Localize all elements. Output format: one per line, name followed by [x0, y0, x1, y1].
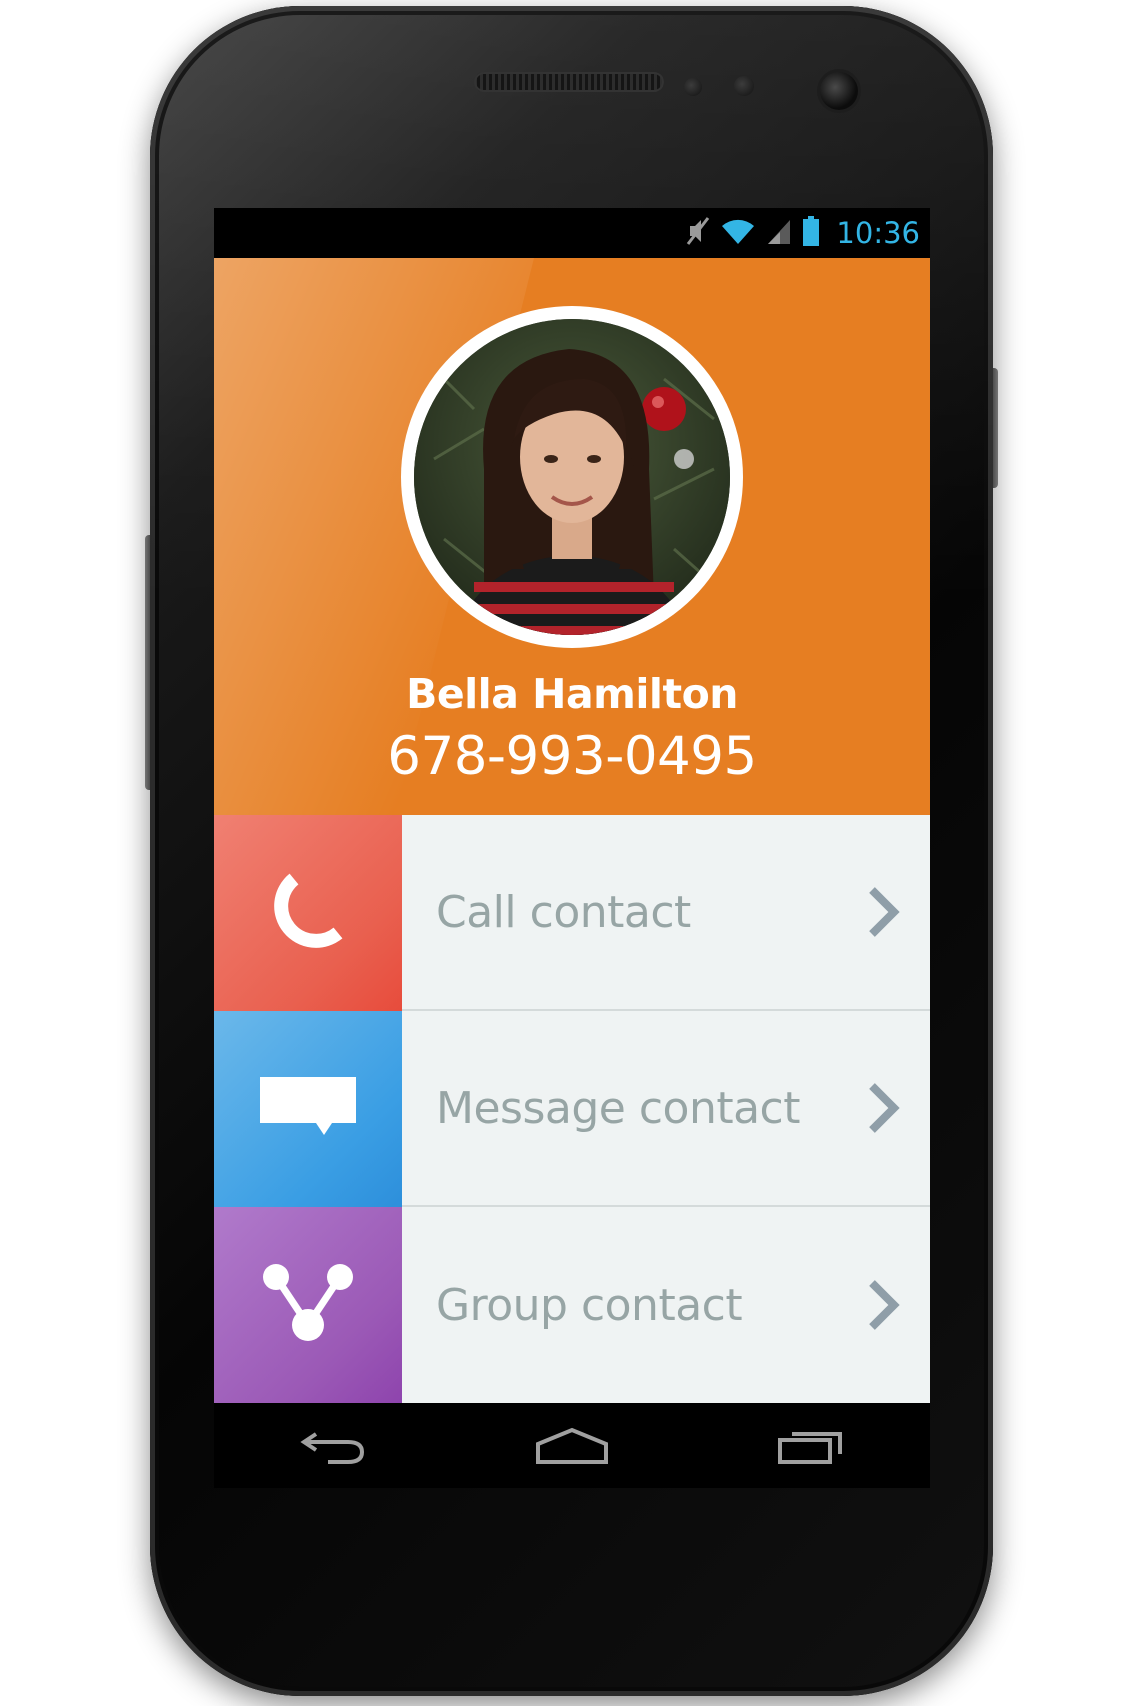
- earpiece-speaker: [474, 72, 664, 92]
- home-icon[interactable]: [532, 1421, 612, 1471]
- contact-header: Bella Hamilton 678-993-0495: [214, 258, 930, 815]
- front-camera: [820, 72, 858, 110]
- call-contact-row[interactable]: Call contact: [214, 815, 930, 1011]
- contact-name: Bella Hamilton: [406, 670, 738, 718]
- avatar-photo: [414, 319, 730, 635]
- message-contact-row[interactable]: Message contact: [214, 1011, 930, 1207]
- call-tile[interactable]: [214, 815, 402, 1011]
- chevron-right-icon: [864, 882, 904, 942]
- message-icon: [258, 1075, 358, 1143]
- avatar[interactable]: [401, 306, 743, 648]
- signal-icon: [766, 216, 792, 250]
- group-panel[interactable]: Group contact: [402, 1207, 930, 1403]
- message-contact-label: Message contact: [436, 1082, 801, 1134]
- back-icon[interactable]: [293, 1421, 373, 1471]
- group-icon: [260, 1261, 356, 1349]
- chevron-right-icon: [864, 1078, 904, 1138]
- device-mockup: 10:36 Bella Hamilton 678-993-0495 Call c…: [0, 0, 1138, 1706]
- mute-icon: [686, 216, 710, 250]
- proximity-sensor: [684, 78, 702, 96]
- group-tile[interactable]: [214, 1207, 402, 1403]
- light-sensor: [734, 76, 754, 96]
- status-bar: 10:36: [214, 208, 930, 258]
- group-contact-label: Group contact: [436, 1279, 743, 1331]
- recent-apps-icon[interactable]: [771, 1421, 851, 1471]
- contact-actions: Call contact Message contact Group conta…: [214, 815, 930, 1404]
- message-tile[interactable]: [214, 1011, 402, 1207]
- message-panel[interactable]: Message contact: [402, 1011, 930, 1207]
- call-panel[interactable]: Call contact: [402, 815, 930, 1011]
- status-time: 10:36: [836, 216, 920, 250]
- navigation-bar: [214, 1404, 930, 1488]
- wifi-icon: [720, 216, 756, 250]
- phone-icon: [268, 871, 348, 955]
- screen: 10:36 Bella Hamilton 678-993-0495 Call c…: [214, 208, 930, 1488]
- group-contact-row[interactable]: Group contact: [214, 1207, 930, 1403]
- chevron-right-icon: [864, 1275, 904, 1335]
- contact-phone-number: 678-993-0495: [387, 726, 757, 787]
- call-contact-label: Call contact: [436, 886, 691, 938]
- battery-icon: [802, 215, 820, 251]
